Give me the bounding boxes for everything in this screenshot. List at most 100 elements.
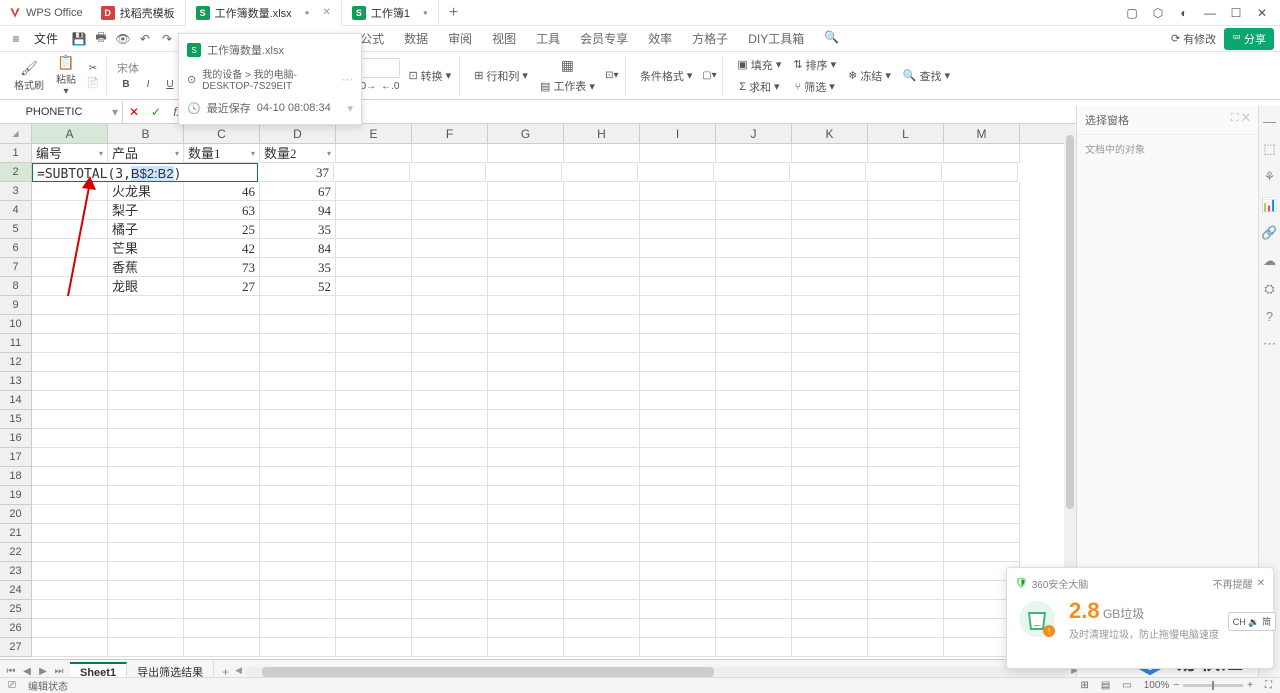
cell-K15[interactable] — [792, 410, 868, 429]
cell-J5[interactable] — [716, 220, 792, 239]
cell-A4[interactable] — [32, 201, 108, 220]
cell-G14[interactable] — [488, 391, 564, 410]
tab-fangezi[interactable]: 方格子 — [684, 26, 736, 51]
help-icon[interactable]: ? — [1266, 309, 1273, 324]
cell-M19[interactable] — [944, 486, 1020, 505]
cell-F24[interactable] — [412, 581, 488, 600]
cell-I19[interactable] — [640, 486, 716, 505]
cell-K19[interactable] — [792, 486, 868, 505]
cell-F22[interactable] — [412, 543, 488, 562]
cell-G2[interactable] — [486, 163, 562, 182]
cell-G27[interactable] — [488, 638, 564, 657]
horizontal-scrollbar[interactable]: ◀▶ — [245, 667, 1068, 677]
worksheet-button[interactable]: ▤工作表▾ — [536, 76, 599, 96]
col-header-E[interactable]: E — [336, 124, 412, 143]
cell-M11[interactable] — [944, 334, 1020, 353]
globe-icon[interactable]: ◐ — [1174, 3, 1194, 23]
cell-B10[interactable] — [108, 315, 184, 334]
cell-C15[interactable] — [184, 410, 260, 429]
zoom-control[interactable]: 100% − + — [1144, 680, 1253, 691]
cell-I21[interactable] — [640, 524, 716, 543]
cell-M3[interactable] — [944, 182, 1020, 201]
cell-H1[interactable] — [564, 144, 640, 163]
cell-E6[interactable] — [336, 239, 412, 258]
cell-H24[interactable] — [564, 581, 640, 600]
cell-J20[interactable] — [716, 505, 792, 524]
cell-C9[interactable] — [184, 296, 260, 315]
file-menu[interactable]: 文件 — [28, 30, 64, 47]
cell-C16[interactable] — [184, 429, 260, 448]
cell-C12[interactable] — [184, 353, 260, 372]
cell-style-icon[interactable]: ▢▾ — [700, 69, 718, 82]
cell-A8[interactable] — [32, 277, 108, 296]
cell-J26[interactable] — [716, 619, 792, 638]
cut-icon[interactable]: ✂ — [84, 62, 102, 75]
cell-C3[interactable]: 46 — [184, 182, 260, 201]
cell-D26[interactable] — [260, 619, 336, 638]
cell-J15[interactable] — [716, 410, 792, 429]
cell-A25[interactable] — [32, 600, 108, 619]
cell-A13[interactable] — [32, 372, 108, 391]
table-icon[interactable]: ▦ — [536, 55, 599, 76]
cell-B6[interactable]: 芒果 — [108, 239, 184, 258]
filter-button[interactable]: ⑂筛选▾ — [789, 77, 840, 97]
filter-arrow-icon[interactable]: ▾ — [251, 144, 255, 163]
preview-icon[interactable]: 👁 — [114, 30, 132, 48]
cell-E16[interactable] — [336, 429, 412, 448]
cell-M1[interactable] — [944, 144, 1020, 163]
cell-K12[interactable] — [792, 353, 868, 372]
cell-D27[interactable] — [260, 638, 336, 657]
cell-A10[interactable] — [32, 315, 108, 334]
cell-C4[interactable]: 63 — [184, 201, 260, 220]
cell-M22[interactable] — [944, 543, 1020, 562]
namebox-dropdown[interactable]: ▾ — [108, 105, 122, 119]
row-header-7[interactable]: 7 — [0, 258, 32, 277]
cell-K9[interactable] — [792, 296, 868, 315]
cell-F1[interactable] — [412, 144, 488, 163]
cell-K4[interactable] — [792, 201, 868, 220]
more-icon[interactable]: ⋯ — [1263, 336, 1276, 352]
row-header-3[interactable]: 3 — [0, 182, 32, 201]
cell-L4[interactable] — [868, 201, 944, 220]
cell-H20[interactable] — [564, 505, 640, 524]
tab-diy[interactable]: DIY工具箱 — [740, 26, 812, 51]
cell-J16[interactable] — [716, 429, 792, 448]
cell-E5[interactable] — [336, 220, 412, 239]
freeze-button[interactable]: ❄冻结▾ — [844, 66, 895, 86]
cell-M15[interactable] — [944, 410, 1020, 429]
col-header-F[interactable]: F — [412, 124, 488, 143]
cell-C27[interactable] — [184, 638, 260, 657]
maximize-button[interactable]: ☐ — [1226, 3, 1246, 23]
redo-icon[interactable]: ↷ — [158, 30, 176, 48]
col-header-M[interactable]: M — [944, 124, 1020, 143]
row-header-14[interactable]: 14 — [0, 391, 32, 410]
cell-L18[interactable] — [868, 467, 944, 486]
filter-arrow-icon[interactable]: ▾ — [175, 144, 179, 163]
cell-M8[interactable] — [944, 277, 1020, 296]
cell-E25[interactable] — [336, 600, 412, 619]
cell-G21[interactable] — [488, 524, 564, 543]
cell-I11[interactable] — [640, 334, 716, 353]
row-header-18[interactable]: 18 — [0, 467, 32, 486]
collapse-icon[interactable]: — — [1263, 114, 1276, 129]
cell-K6[interactable] — [792, 239, 868, 258]
font-family-select[interactable]: 宋体 — [117, 60, 179, 76]
cell-A9[interactable] — [32, 296, 108, 315]
cell-H3[interactable] — [564, 182, 640, 201]
tab-data[interactable]: 数据 — [396, 26, 436, 51]
cell-K22[interactable] — [792, 543, 868, 562]
cell-M17[interactable] — [944, 448, 1020, 467]
cell-J7[interactable] — [716, 258, 792, 277]
cell-G1[interactable] — [488, 144, 564, 163]
cell-K27[interactable] — [792, 638, 868, 657]
cell-M18[interactable] — [944, 467, 1020, 486]
cell-M9[interactable] — [944, 296, 1020, 315]
cell-H19[interactable] — [564, 486, 640, 505]
hamburger-icon[interactable]: ≡ — [6, 29, 26, 49]
cell-K13[interactable] — [792, 372, 868, 391]
cell-H13[interactable] — [564, 372, 640, 391]
cell-D17[interactable] — [260, 448, 336, 467]
cell-A21[interactable] — [32, 524, 108, 543]
cell-C18[interactable] — [184, 467, 260, 486]
history-filename[interactable]: S 工作簿数量.xlsx — [179, 38, 361, 62]
